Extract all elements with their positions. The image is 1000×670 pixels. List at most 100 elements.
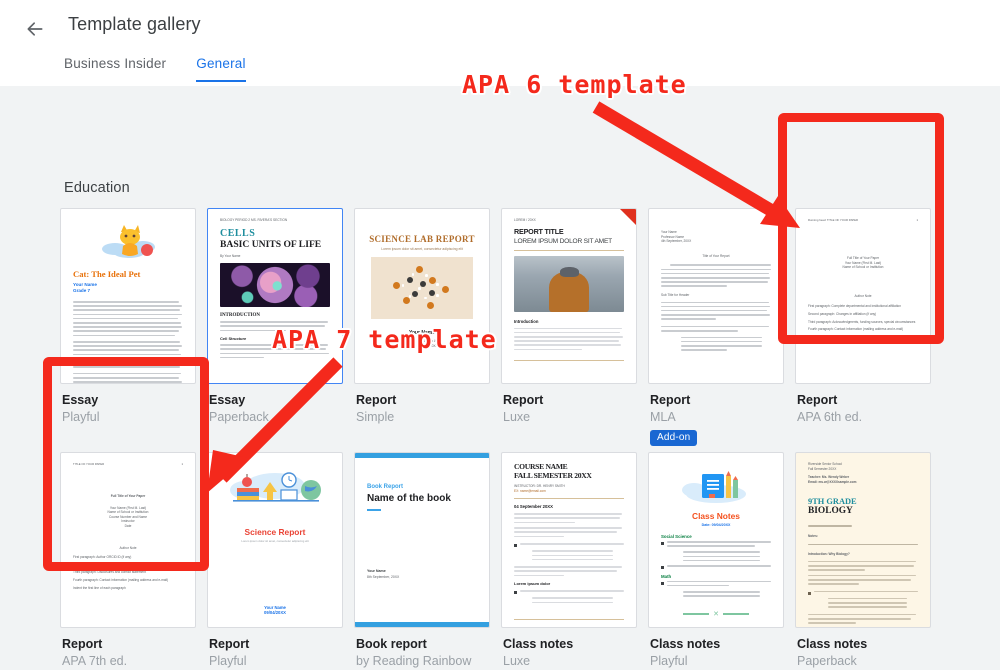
thumbnail-note-line-5: Indent the first line of each paragraph	[73, 585, 126, 590]
template-subtitle: Luxe	[503, 654, 531, 668]
template-card-essay-paperback[interactable]: BIOLOGY PERIOD 2 MS. RIVERA'S SECTION CE…	[207, 208, 343, 446]
template-meta: Report Playful	[207, 628, 343, 670]
template-name: Class notes	[503, 637, 574, 651]
template-card-book-report[interactable]: Book Report Name of the book Your Name 8…	[354, 452, 490, 670]
template-thumbnail[interactable]: 1 Your Name Professor Name 4th September…	[648, 208, 784, 384]
thumbnail-heading: Introduction: Why Biology?	[808, 552, 850, 557]
template-grid: Cat: The Ideal Pet Your Name Grade 7 Ess…	[60, 208, 940, 670]
thumbnail-subtitle: FALL SEMESTER 20XX	[514, 471, 592, 480]
template-name: Report	[797, 393, 838, 407]
thumbnail-author-note-title: Author Note	[854, 293, 872, 298]
thumbnail-notes-label: Notes:	[808, 533, 818, 538]
template-meta: Report Luxe	[501, 384, 637, 426]
template-card-class-notes-luxe[interactable]: COURSE NAME FALL SEMESTER 20XX INSTRUCTO…	[501, 452, 637, 670]
template-thumbnail[interactable]: SCIENCE LAB REPORT Lorem ipsum dolor sit…	[354, 208, 490, 384]
template-card-report-apa7[interactable]: TITLE OF YOUR PAPER 1 Full Title of Your…	[60, 452, 196, 670]
template-subtitle: APA 6th ed.	[797, 410, 863, 424]
template-thumbnail[interactable]: Book Report Name of the book Your Name 8…	[354, 452, 490, 628]
template-card-essay-playful[interactable]: Cat: The Ideal Pet Your Name Grade 7 Ess…	[60, 208, 196, 446]
template-name: Report	[62, 637, 103, 651]
thumbnail-bullets	[514, 543, 624, 561]
template-thumbnail[interactable]: Running head: TITLE OF YOUR PAPER 1 Full…	[795, 208, 931, 384]
thumbnail-kicker: LOREM / 20XX	[514, 218, 536, 222]
back-button[interactable]	[18, 12, 52, 46]
thumbnail-body-lines-2	[661, 301, 771, 351]
title-underline	[367, 509, 381, 511]
template-thumbnail[interactable]: Science Report Lorem ipsum dolor sit ame…	[207, 452, 343, 628]
thumbnail-bullets	[808, 590, 918, 608]
template-subtitle: Playful	[650, 654, 688, 668]
template-thumbnail[interactable]: TITLE OF YOUR PAPER 1 Full Title of Your…	[60, 452, 196, 628]
thumbnail-section-2: Math	[661, 573, 672, 579]
thumbnail-kicker-2: Fall Semester 20XX	[808, 466, 837, 471]
thumbnail-subtitle: Lorem ipsum dolor sit amet, consectetur …	[241, 539, 309, 543]
photo-illustration	[514, 255, 624, 312]
template-thumbnail[interactable]: LOREM / 20XX REPORT TITLE LOREM IPSUM DO…	[501, 208, 637, 384]
template-thumbnail[interactable]: BIOLOGY PERIOD 2 MS. RIVERA'S SECTION CE…	[207, 208, 343, 384]
thumbnail-subtitle: BIOLOGY	[808, 506, 853, 517]
thumbnail-subtitle: Lorem ipsum dolor sit amet, consectetur …	[381, 247, 463, 251]
divider-ornament-icon: ✕	[661, 611, 771, 618]
template-name: Report	[356, 393, 397, 407]
thumbnail-note-line-1: First paragraph: Complete departmental a…	[808, 304, 901, 309]
thumbnail-body-lines	[73, 301, 183, 383]
template-thumbnail[interactable]: Riverside Senior School Fall Semester 20…	[795, 452, 931, 628]
thumbnail-note-line-1: First paragraph: Author ORCID iD (if any…	[73, 555, 132, 560]
template-subtitle: Luxe	[503, 410, 531, 424]
template-name: Report	[503, 393, 544, 407]
template-card-report-simple[interactable]: SCIENCE LAB REPORT Lorem ipsum dolor sit…	[354, 208, 490, 446]
arrow-left-icon	[25, 19, 45, 39]
thumbnail-meta-2: EX: name@email.com	[514, 488, 546, 493]
thumbnail-heading-2: Lorem ipsum dolor	[514, 581, 551, 587]
template-card-report-mla[interactable]: 1 Your Name Professor Name 4th September…	[648, 208, 784, 446]
thumbnail-note-line-2: Second paragraph: Changes in affiliation…	[73, 562, 142, 567]
thumbnail-byline: By Your Name	[220, 253, 241, 258]
template-name: Essay	[62, 393, 99, 407]
running-head-text: TITLE OF YOUR PAPER	[73, 462, 105, 466]
template-meta: Essay Paperback	[207, 384, 343, 426]
thumbnail-body-lines	[220, 321, 330, 332]
thumbnail-note-line-3: Third paragraph: Acknowledgments, fundin…	[808, 319, 916, 324]
thumbnail-author-note-title: Author Note	[119, 545, 137, 550]
thumbnail-bullets-1	[661, 541, 771, 570]
template-subtitle: Playful	[209, 654, 247, 668]
template-thumbnail[interactable]: COURSE NAME FALL SEMESTER 20XX INSTRUCTO…	[501, 452, 637, 628]
thumbnail-title: SCIENCE LAB REPORT	[369, 234, 475, 244]
thumbnail-note-line-3: Third paragraph: Disclosures and conflic…	[73, 570, 146, 575]
template-card-report-apa6[interactable]: Running head: TITLE OF YOUR PAPER 1 Full…	[795, 208, 931, 446]
template-card-class-notes-paperback[interactable]: Riverside Senior School Fall Semester 20…	[795, 452, 931, 670]
template-card-report-playful[interactable]: Science Report Lorem ipsum dolor sit ame…	[207, 452, 343, 670]
template-meta: Report APA 7th ed.	[60, 628, 196, 670]
thumbnail-kicker: Book Report	[367, 484, 403, 490]
template-card-class-notes-playful[interactable]: Class Notes Date: 09/04/20XX Social Scie…	[648, 452, 784, 670]
thumbnail-date: Date: 09/04/20XX	[701, 523, 731, 527]
thumbnail-body-lines-2	[220, 344, 330, 359]
thumbnail-grade: Grade 7	[73, 288, 91, 293]
tab-general[interactable]: General	[196, 56, 246, 82]
template-card-report-luxe[interactable]: LOREM / 20XX REPORT TITLE LOREM IPSUM DO…	[501, 208, 637, 446]
thumbnail-title: Science Report	[244, 527, 306, 537]
page-title: Template gallery	[68, 14, 201, 34]
section-title-education: Education	[64, 180, 130, 196]
thumbnail-heading: 04 September 20XX	[514, 504, 553, 510]
template-thumbnail[interactable]: Cat: The Ideal Pet Your Name Grade 7	[60, 208, 196, 384]
thumbnail-bullets-2	[661, 580, 771, 597]
thumbnail-kicker-4: Email: ms.w@XXXXsample.com	[808, 479, 857, 484]
tab-business-insider[interactable]: Business Insider	[64, 56, 166, 82]
template-name: Class notes	[797, 637, 868, 651]
thumbnail-title: CELLS	[220, 227, 256, 239]
template-meta: Class notes Luxe	[501, 628, 637, 670]
thumbnail-title: COURSE NAME	[514, 462, 568, 471]
thumbnail-header-line-3: 4th September, 20XX	[661, 239, 692, 244]
thumbnail-kicker: BIOLOGY PERIOD 2 MS. RIVERA'S SECTION	[220, 218, 288, 222]
template-thumbnail[interactable]: Class Notes Date: 09/04/20XX Social Scie…	[648, 452, 784, 628]
thumbnail-heading-2: Cell Structure	[220, 336, 247, 342]
thumbnail-center-line-3: Name of School or Institution	[842, 265, 884, 270]
thumbnail-section-1: Social Science	[661, 534, 692, 539]
page-number: 1	[181, 462, 183, 466]
thumbnail-heading-1: INTRODUCTION	[220, 313, 261, 319]
gallery-tabs: Business Insider General	[64, 56, 246, 82]
template-subtitle: APA 7th ed.	[62, 654, 128, 668]
template-subtitle: Paperback	[797, 654, 857, 668]
thumbnail-author: Your Name	[408, 330, 436, 336]
